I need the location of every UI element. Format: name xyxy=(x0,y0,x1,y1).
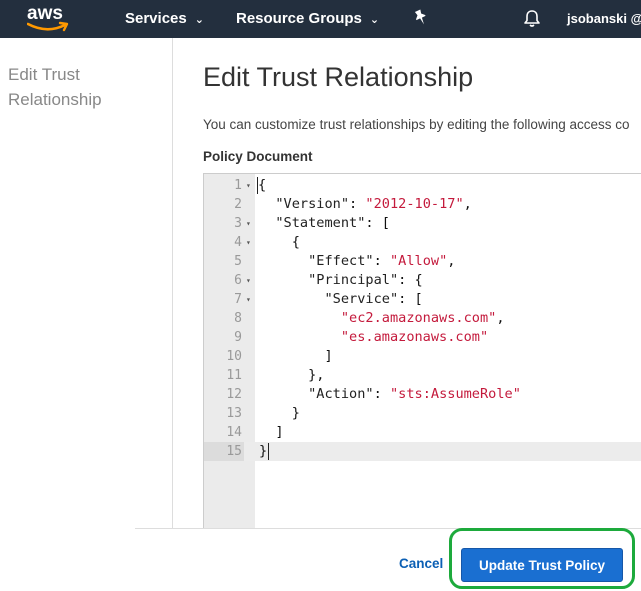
services-menu-label: Services xyxy=(125,10,187,27)
code-token: "Service" xyxy=(324,291,399,307)
code-line[interactable]: 13 } xyxy=(204,404,641,423)
fold-arrow-icon[interactable]: ▾ xyxy=(246,271,255,290)
code-token: "Statement" xyxy=(275,215,366,231)
code-line[interactable]: 3 ▾ "Statement": [ xyxy=(204,214,641,233)
policy-document-editor[interactable]: 1 ▾{ 2 "Version": "2012-10-17", 3 ▾ "State… xyxy=(203,173,641,529)
code-line[interactable]: 6 ▾ "Principal": { xyxy=(204,271,641,290)
aws-logo[interactable]: aws xyxy=(27,3,73,33)
line-number: 7 xyxy=(234,292,242,307)
code-line[interactable]: 11 }, xyxy=(204,366,641,385)
line-number: 4 xyxy=(234,235,242,250)
code-token: "Action" xyxy=(308,386,374,402)
resource-groups-menu-label: Resource Groups xyxy=(236,10,362,27)
code-token: "ec2.amazonaws.com" xyxy=(340,310,497,326)
code-line[interactable]: 12 "Action": "sts:AssumeRole" xyxy=(204,385,641,404)
line-number: 10 xyxy=(226,349,242,364)
page-description: You can customize trust relationships by… xyxy=(203,117,630,132)
sidebar-divider xyxy=(172,38,173,528)
line-number: 14 xyxy=(226,425,242,440)
code-token: "sts:AssumeRole" xyxy=(389,386,521,402)
fold-arrow-icon[interactable]: ▾ xyxy=(246,176,255,195)
page-title: Edit Trust Relationship xyxy=(203,62,474,92)
editor-code-area[interactable]: 1 ▾{ 2 "Version": "2012-10-17", 3 ▾ "State… xyxy=(204,176,641,461)
sidebar-page-title: Edit Trust Relationship xyxy=(8,65,102,109)
bell-icon[interactable] xyxy=(523,9,541,28)
code-token: "Principal" xyxy=(308,272,399,288)
code-token: "es.amazonaws.com" xyxy=(340,329,489,345)
line-number: 11 xyxy=(226,368,242,383)
chevron-down-icon: ⌄ xyxy=(369,13,380,26)
fold-arrow-icon[interactable]: ▾ xyxy=(246,290,255,309)
line-number: 15 xyxy=(204,442,244,461)
code-line[interactable]: 1 ▾{ xyxy=(204,176,641,195)
code-token: "Version" xyxy=(275,196,350,212)
fold-arrow-icon[interactable]: ▾ xyxy=(246,214,255,233)
line-number: 5 xyxy=(234,254,242,269)
top-nav-bar: aws Services ⌄ Resource Groups ⌄ jsobanski… xyxy=(0,0,641,38)
code-token: { xyxy=(258,177,267,193)
code-token: "2012-10-17" xyxy=(365,196,464,212)
code-line[interactable]: 4 ▾ { xyxy=(204,233,641,252)
code-line[interactable]: 10 ] xyxy=(204,347,641,366)
user-account-menu[interactable]: jsobanski @ xyxy=(567,11,641,26)
services-menu[interactable]: Services ⌄ xyxy=(125,10,204,27)
line-number: 2 xyxy=(234,197,242,212)
code-line[interactable]: 5 "Effect": "Allow", xyxy=(204,252,641,271)
aws-smile-icon xyxy=(27,21,69,32)
code-token: "Allow" xyxy=(389,253,448,269)
line-number: 13 xyxy=(226,406,242,421)
text-cursor xyxy=(268,442,270,460)
code-token: "Effect" xyxy=(308,253,374,269)
line-number: 12 xyxy=(226,387,242,402)
resource-groups-menu[interactable]: Resource Groups ⌄ xyxy=(236,10,379,27)
code-line[interactable]: 9 "es.amazonaws.com" xyxy=(204,328,641,347)
update-trust-policy-button[interactable]: Update Trust Policy xyxy=(461,548,623,582)
line-number: 6 xyxy=(234,273,242,288)
fold-arrow-icon[interactable]: ▾ xyxy=(246,233,255,252)
policy-document-label: Policy Document xyxy=(203,149,313,164)
pin-icon[interactable] xyxy=(413,9,429,27)
line-number: 3 xyxy=(234,216,242,231)
code-line[interactable]: 7 ▾ "Service": [ xyxy=(204,290,641,309)
line-number: 1 xyxy=(234,178,242,193)
code-line-active[interactable]: 15} xyxy=(204,442,641,461)
code-line[interactable]: 14 ] xyxy=(204,423,641,442)
code-line[interactable]: 2 "Version": "2012-10-17", xyxy=(204,195,641,214)
code-line[interactable]: 8 "ec2.amazonaws.com", xyxy=(204,309,641,328)
line-number: 8 xyxy=(234,311,242,326)
chevron-down-icon: ⌄ xyxy=(194,13,204,26)
line-number: 9 xyxy=(234,330,242,345)
cancel-button[interactable]: Cancel xyxy=(399,556,443,571)
